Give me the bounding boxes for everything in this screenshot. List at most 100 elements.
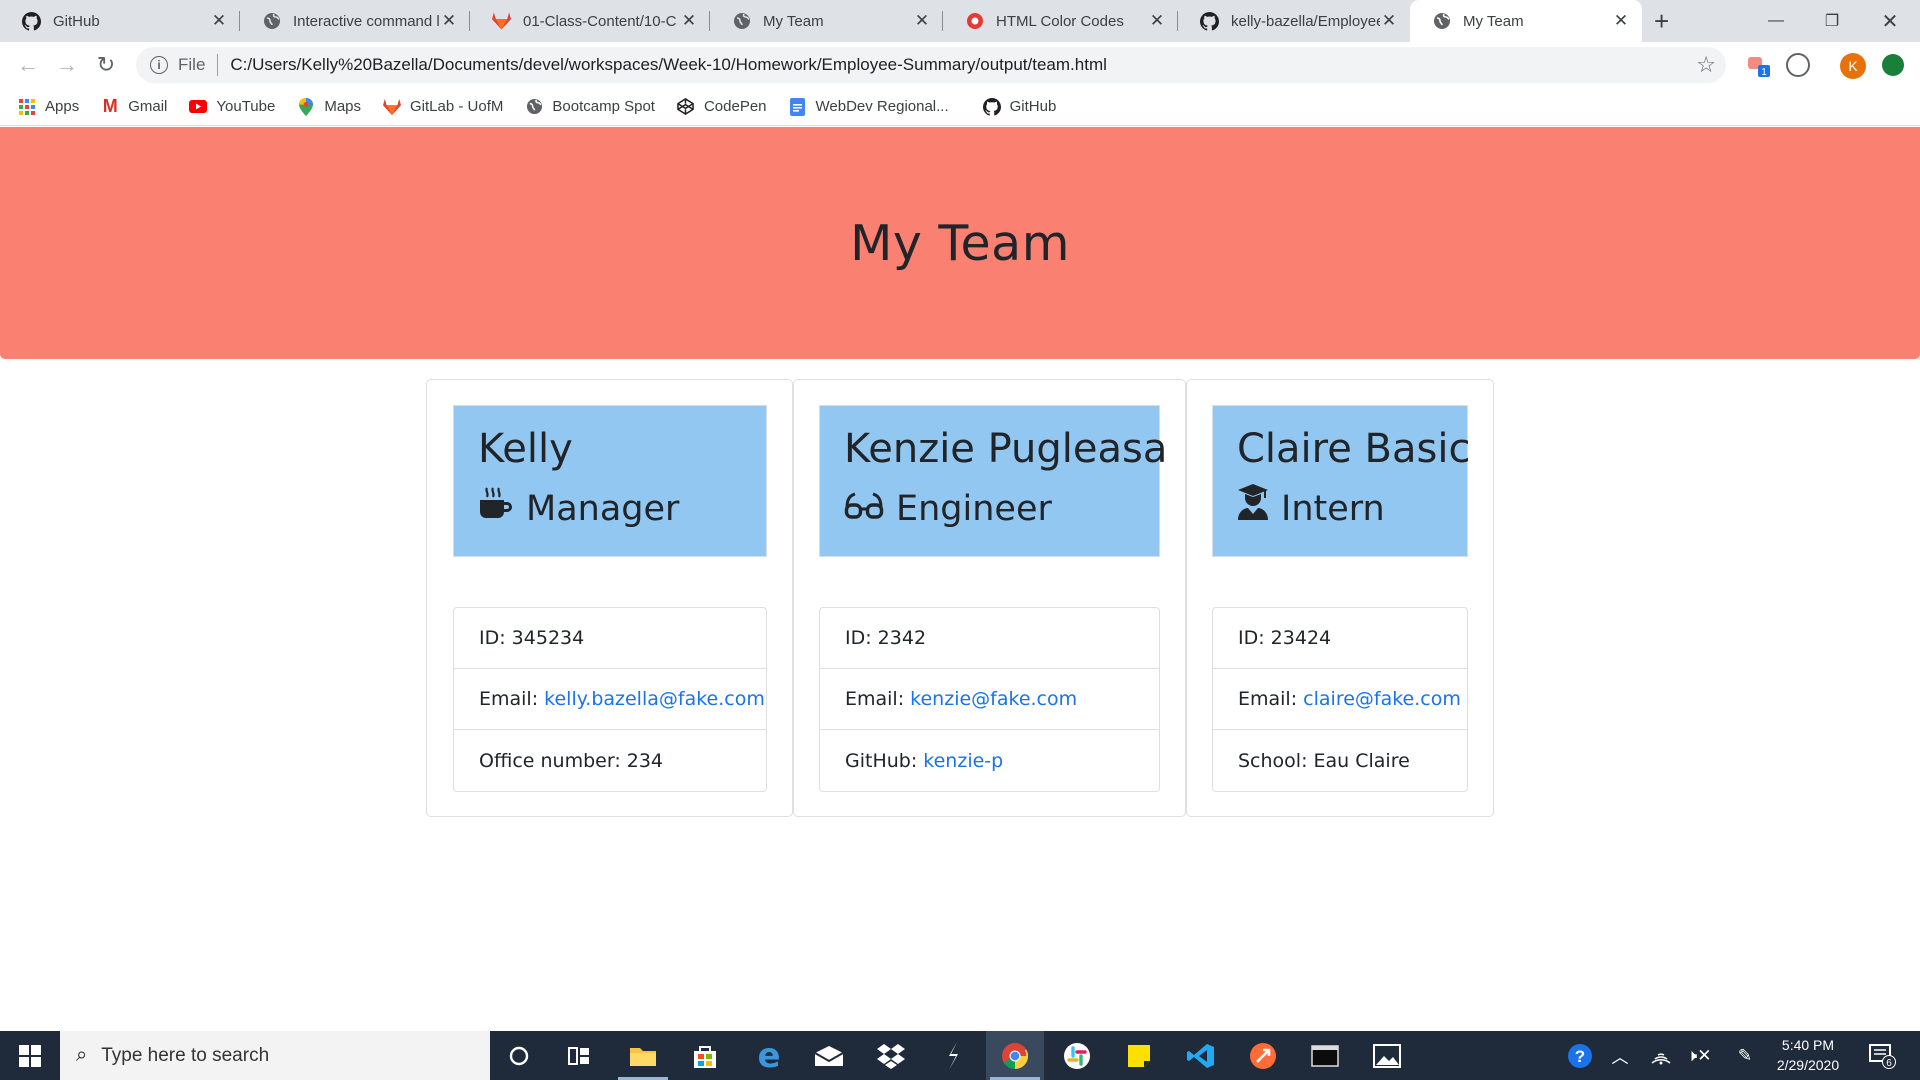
minimize-icon[interactable]: — (1748, 0, 1804, 42)
close-tab-icon[interactable]: ✕ (1612, 11, 1630, 31)
employee-details: ID: 345234 Email: kelly.bazella@fake.com… (453, 607, 767, 792)
close-tab-icon[interactable]: ✕ (1148, 11, 1166, 31)
terminal-icon[interactable] (1296, 1031, 1354, 1080)
tab-html-color-codes[interactable]: HTML Color Codes ✕ (943, 0, 1178, 42)
bookmark-label: Maps (324, 98, 362, 115)
close-window-icon[interactable]: ✕ (1862, 0, 1918, 42)
tab-my-team[interactable]: My Team ✕ (710, 0, 943, 42)
notifications-icon[interactable]: 6 (1862, 1031, 1902, 1080)
employee-id: ID: 23424 (1213, 608, 1467, 669)
tab-kelly-employee[interactable]: kelly-bazella/Employee ✕ (1178, 0, 1410, 42)
slack-icon[interactable] (1048, 1031, 1106, 1080)
taskbar-search-box[interactable]: ⌕ Type here to search (60, 1031, 490, 1080)
email-label: Email: (845, 688, 905, 710)
close-tab-icon[interactable]: ✕ (1380, 11, 1398, 31)
bookmark-codepen[interactable]: CodePen (677, 98, 767, 116)
docs-icon (789, 97, 807, 116)
windows-taskbar: ⌕ Type here to search e ? ︿ 🕨✕ ✎ 5:40 PM… (0, 1031, 1920, 1080)
tab-my-team-active[interactable]: My Team ✕ (1410, 0, 1642, 42)
email-link[interactable]: claire@fake.com (1303, 688, 1461, 710)
windows-start-icon[interactable] (0, 1031, 60, 1080)
address-url[interactable]: C:/Users/Kelly%20Bazella/Documents/devel… (230, 55, 1106, 75)
html-color-codes-icon (965, 12, 984, 31)
photos-icon[interactable] (1358, 1031, 1416, 1080)
employee-name: Kenzie Pugleasa (844, 426, 1168, 472)
close-tab-icon[interactable]: ✕ (440, 11, 458, 31)
close-tab-icon[interactable]: ✕ (680, 11, 698, 31)
cortana-icon[interactable] (490, 1031, 548, 1080)
tab-title: My Team (1463, 12, 1524, 30)
back-arrow-icon[interactable]: ← (14, 51, 42, 79)
bookmark-star-icon[interactable]: ☆ (1696, 52, 1716, 78)
youtube-icon (189, 98, 208, 116)
email-link[interactable]: kelly.bazella@fake.com (544, 688, 765, 710)
role-label: Manager (526, 489, 680, 529)
tab-github[interactable]: GitHub ✕ (0, 0, 240, 42)
email-link[interactable]: kenzie@fake.com (910, 688, 1077, 710)
reload-icon[interactable]: ↻ (92, 51, 120, 79)
edge-icon[interactable]: e (740, 1031, 798, 1080)
apps-grid-icon (18, 98, 36, 116)
bookmark-gitlab[interactable]: GitLab - UofM (383, 98, 503, 116)
bookmark-maps[interactable]: Maps (297, 97, 362, 116)
forward-arrow-icon[interactable]: → (53, 51, 81, 79)
address-bar[interactable]: i File C:/Users/Kelly%20Bazella/Document… (136, 47, 1726, 83)
github-label: GitHub: (845, 749, 918, 772)
github-link[interactable]: kenzie-p (923, 750, 1003, 772)
github-row: GitHub: kenzie-p (820, 730, 1159, 791)
employee-id: ID: 2342 (820, 608, 1159, 669)
page-title: My Team (850, 214, 1070, 272)
pen-icon[interactable]: ✎ (1730, 1031, 1760, 1080)
search-icon: ⌕ (76, 1044, 88, 1066)
svg-text:?: ? (1575, 1047, 1585, 1066)
gitlab-icon (492, 12, 511, 31)
dropbox-icon[interactable] (862, 1031, 920, 1080)
github-icon (1200, 11, 1219, 31)
bookmark-webdev[interactable]: WebDev Regional... (789, 97, 949, 116)
new-tab-button[interactable]: + (1654, 6, 1669, 37)
mail-icon[interactable] (800, 1031, 858, 1080)
chrome-icon[interactable] (986, 1031, 1044, 1080)
jumbotron: My Team (0, 127, 1920, 359)
bookmark-youtube[interactable]: YouTube (189, 98, 275, 116)
tab-title: 01-Class-Content/10-C (523, 12, 677, 30)
tab-class-content[interactable]: 01-Class-Content/10-C ✕ (470, 0, 710, 42)
file-explorer-icon[interactable] (614, 1031, 672, 1080)
tab-title: HTML Color Codes (996, 12, 1124, 30)
globe-icon (262, 12, 281, 31)
employee-card-engineer: Kenzie Pugleasa Engineer ID: 2342 Email:… (793, 379, 1186, 817)
office-number: Office number: 234 (479, 749, 664, 772)
bookmark-github[interactable]: GitHub (982, 97, 1056, 116)
postman-icon[interactable] (1234, 1031, 1292, 1080)
close-tab-icon[interactable]: ✕ (210, 11, 228, 31)
vscode-icon[interactable] (1172, 1031, 1230, 1080)
bookmark-label: Bootcamp Spot (552, 98, 655, 115)
close-tab-icon[interactable]: ✕ (913, 11, 931, 31)
sticky-notes-icon[interactable] (1110, 1031, 1168, 1080)
volume-muted-icon[interactable]: 🕨✕ (1684, 1031, 1714, 1080)
tab-interactive-command[interactable]: Interactive command li ✕ (240, 0, 470, 42)
employee-card-manager: Kelly Manager ID: 345234 Email: kelly.ba… (426, 379, 793, 817)
sublime-icon[interactable] (924, 1031, 982, 1080)
extension-icon[interactable]: 1 (1746, 53, 1770, 78)
extension-icon-2[interactable] (1786, 53, 1810, 77)
bookmark-label: CodePen (703, 98, 767, 115)
task-view-icon[interactable] (550, 1031, 608, 1080)
github-icon (982, 97, 1001, 116)
github-icon (22, 11, 41, 31)
chevron-up-icon[interactable]: ︿ (1606, 1031, 1634, 1080)
bookmark-bootcamp-spot[interactable]: Bootcamp Spot (525, 98, 655, 116)
bookmark-apps[interactable]: Apps (18, 98, 79, 116)
profile-avatar[interactable]: K (1840, 53, 1866, 79)
help-icon[interactable]: ? (1562, 1031, 1598, 1080)
restore-icon[interactable]: ❐ (1804, 0, 1860, 42)
address-divider (217, 54, 219, 76)
wifi-icon[interactable] (1646, 1031, 1676, 1080)
tab-title: kelly-bazella/Employee (1231, 12, 1380, 30)
system-clock[interactable]: 5:40 PM 2/29/2020 (1768, 1035, 1848, 1075)
maps-icon (297, 97, 315, 116)
info-icon[interactable]: i (150, 56, 168, 74)
update-icon[interactable] (1882, 54, 1904, 76)
bookmark-gmail[interactable]: M Gmail (101, 96, 168, 116)
store-icon[interactable] (676, 1031, 734, 1080)
